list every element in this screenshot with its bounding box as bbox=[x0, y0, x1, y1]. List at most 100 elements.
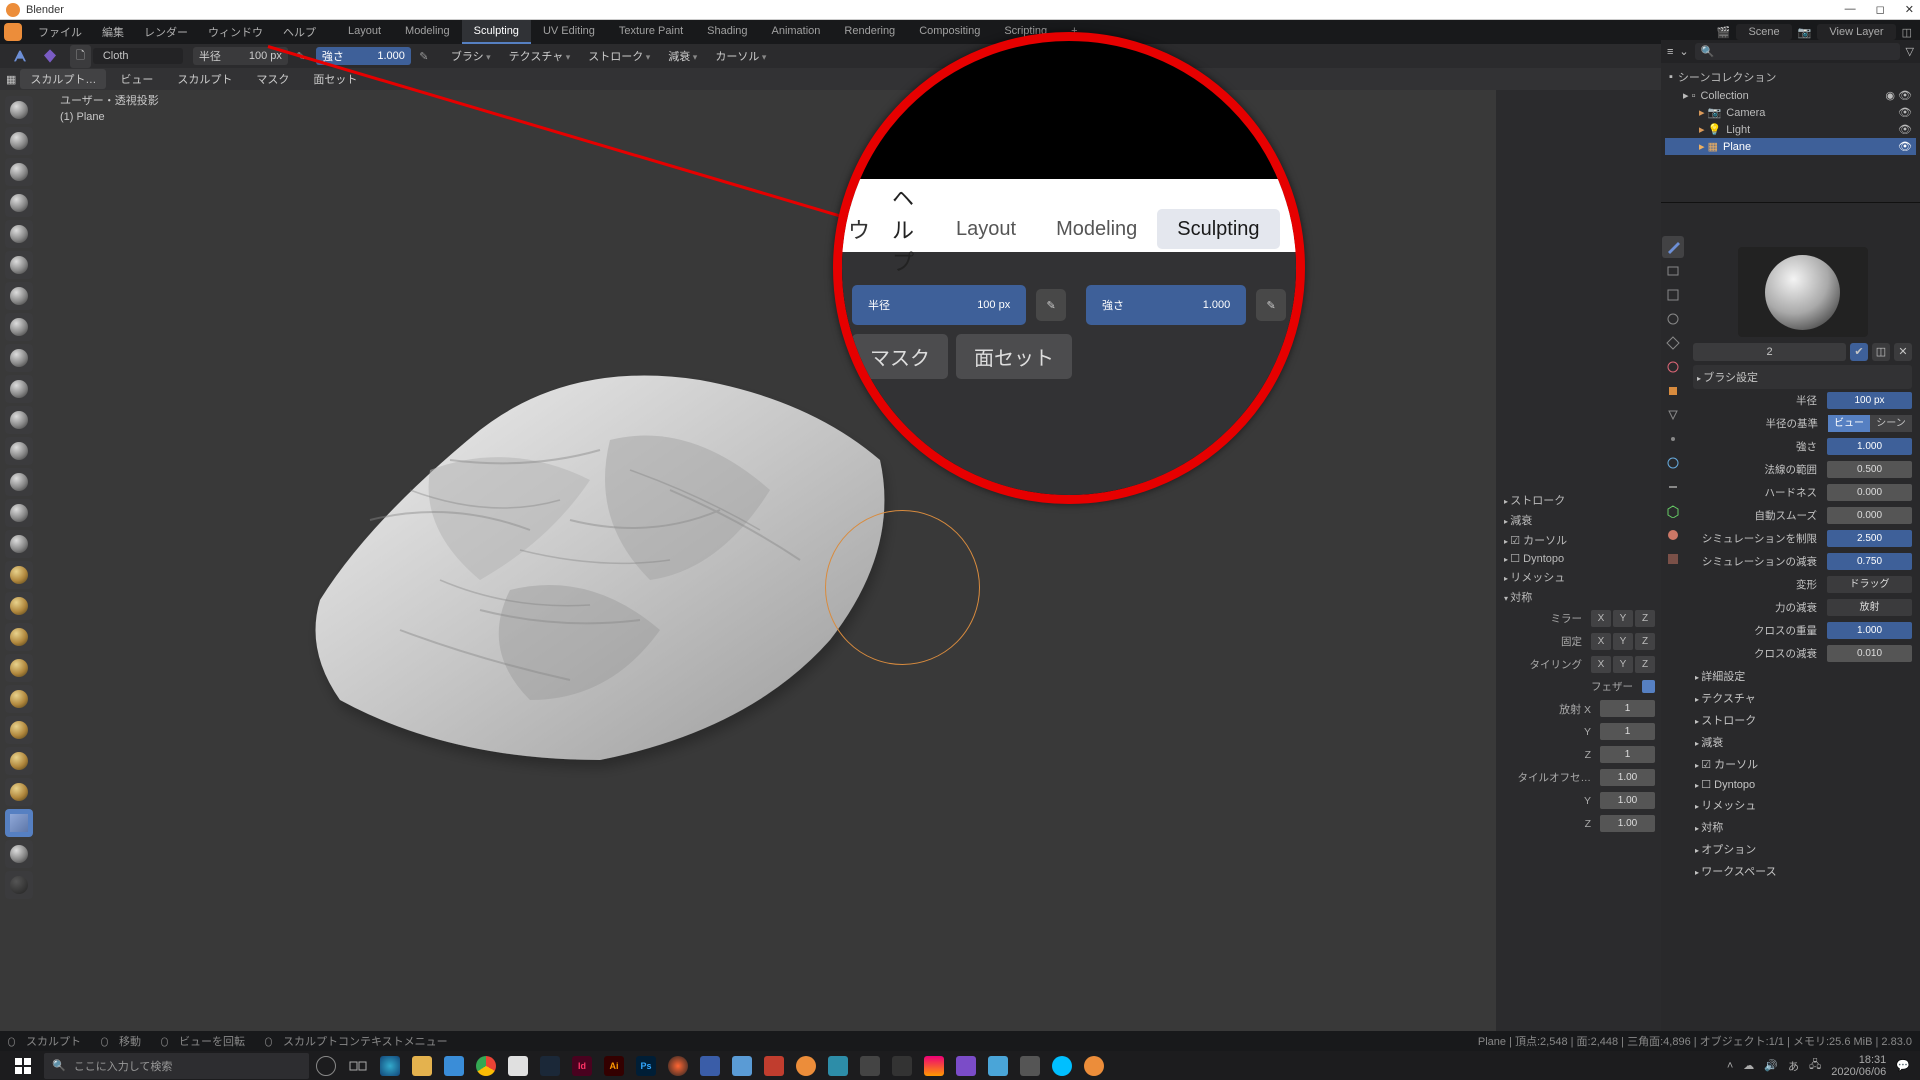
pp-advanced[interactable]: 詳細設定 bbox=[1693, 665, 1912, 687]
tb-app1[interactable] bbox=[503, 1053, 533, 1079]
tray-notif-icon[interactable]: 💬 bbox=[1896, 1059, 1910, 1072]
mirror-z[interactable]: Z bbox=[1635, 610, 1655, 627]
tb-taskview[interactable] bbox=[343, 1053, 373, 1079]
stroke-dropdown[interactable]: ストローク bbox=[580, 46, 658, 66]
mirror-y[interactable]: Y bbox=[1613, 610, 1633, 627]
pp-normal-v[interactable]: 0.500 bbox=[1827, 461, 1912, 478]
brush-name-field[interactable]: Cloth bbox=[93, 48, 183, 64]
ptab-render[interactable] bbox=[1662, 260, 1684, 282]
feather-checkbox[interactable] bbox=[1642, 680, 1655, 693]
tool-smooth[interactable] bbox=[5, 375, 33, 403]
tool-claythumb[interactable] bbox=[5, 220, 33, 248]
scene-field[interactable]: Scene bbox=[1736, 24, 1791, 40]
tool-simplify[interactable] bbox=[5, 840, 33, 868]
cursor-dropdown[interactable]: カーソル bbox=[707, 46, 774, 66]
pp-simlimit-v[interactable]: 2.500 bbox=[1827, 530, 1912, 547]
pp-symmetry[interactable]: 対称 bbox=[1693, 816, 1912, 838]
ol-collection[interactable]: ▸ ▫Collection◉ 👁 bbox=[1665, 87, 1916, 104]
ptab-material[interactable] bbox=[1662, 524, 1684, 546]
minimize-button[interactable]: — bbox=[1845, 3, 1856, 16]
tool-grab[interactable] bbox=[5, 561, 33, 589]
pp-simfalloff-v[interactable]: 0.750 bbox=[1827, 553, 1912, 570]
tileoff-x[interactable]: 1.00 bbox=[1600, 769, 1655, 786]
mirror-x[interactable]: X bbox=[1591, 610, 1611, 627]
brush-preview[interactable] bbox=[1738, 247, 1868, 337]
pp-remesh[interactable]: リメッシュ bbox=[1693, 794, 1912, 816]
tb-app8[interactable] bbox=[983, 1053, 1013, 1079]
tool-draw[interactable] bbox=[5, 96, 33, 124]
tileoff-y-val[interactable]: 1.00 bbox=[1600, 792, 1655, 809]
tb-photoshop[interactable]: Ps bbox=[631, 1053, 661, 1079]
close-button[interactable]: ✕ bbox=[1905, 3, 1914, 16]
pp-brushsettings[interactable]: ブラシ設定 bbox=[1693, 365, 1912, 389]
brush-icon[interactable] bbox=[36, 46, 64, 66]
tb-app7[interactable] bbox=[951, 1053, 981, 1079]
ol-light[interactable]: ▸ 💡Light👁 bbox=[1665, 121, 1916, 138]
tb-app4[interactable] bbox=[823, 1053, 853, 1079]
np-dyntopo[interactable]: ☐ Dyntopo bbox=[1496, 550, 1661, 567]
tool-flatten[interactable] bbox=[5, 406, 33, 434]
ws-tab-sculpting[interactable]: Sculpting bbox=[462, 20, 531, 44]
strength-field[interactable]: 強さ 1.000 bbox=[316, 47, 411, 65]
tool-pose[interactable] bbox=[5, 685, 33, 713]
tool-scrape[interactable] bbox=[5, 468, 33, 496]
rad-unit-view[interactable]: ビュー bbox=[1828, 415, 1870, 432]
np-cursor[interactable]: ☑ カーソル bbox=[1496, 530, 1661, 550]
ws-tab-animation[interactable]: Animation bbox=[760, 20, 833, 44]
tool-snakehook[interactable] bbox=[5, 623, 33, 651]
tileoff-z-val[interactable]: 1.00 bbox=[1600, 815, 1655, 832]
brush-number[interactable]: 2 bbox=[1693, 343, 1846, 361]
pp-forcefall-v[interactable]: 放射 bbox=[1827, 599, 1912, 616]
ptab-mesh[interactable] bbox=[1662, 500, 1684, 522]
ol-scenecollection[interactable]: ▪シーンコレクション bbox=[1665, 67, 1916, 87]
pp-autosmooth-v[interactable]: 0.000 bbox=[1827, 507, 1912, 524]
pp-falloff[interactable]: 減衰 bbox=[1693, 731, 1912, 753]
sb-sculpt[interactable]: スカルプト bbox=[167, 69, 242, 89]
pp-clothmass-v[interactable]: 1.000 bbox=[1827, 622, 1912, 639]
editor-type-icon[interactable]: ▦ bbox=[6, 73, 16, 86]
np-symmetry[interactable]: 対称 bbox=[1496, 587, 1661, 607]
ws-tab-modeling[interactable]: Modeling bbox=[393, 20, 462, 44]
menu-render[interactable]: レンダー bbox=[134, 20, 198, 44]
tb-illustrator[interactable]: Ai bbox=[599, 1053, 629, 1079]
np-stroke[interactable]: ストローク bbox=[1496, 490, 1661, 510]
outliner-search[interactable]: 🔍 bbox=[1695, 43, 1900, 60]
tool-rotate[interactable] bbox=[5, 747, 33, 775]
tool-thumb[interactable] bbox=[5, 654, 33, 682]
tb-app9[interactable] bbox=[1015, 1053, 1045, 1079]
pp-strength-v[interactable]: 1.000 bbox=[1827, 438, 1912, 455]
ws-tab-shading[interactable]: Shading bbox=[695, 20, 759, 44]
tool-fill[interactable] bbox=[5, 437, 33, 465]
ol-camera[interactable]: ▸ 📷Camera👁 bbox=[1665, 104, 1916, 121]
pp-radius-v[interactable]: 100 px bbox=[1827, 392, 1912, 409]
tb-cortana[interactable] bbox=[311, 1053, 341, 1079]
3d-viewport[interactable]: ユーザー・透視投影 (1) Plane bbox=[0, 90, 1661, 1041]
lock-z[interactable]: Z bbox=[1635, 633, 1655, 650]
texture-dropdown[interactable]: テクスチャ bbox=[501, 46, 579, 66]
maximize-button[interactable]: ◻ bbox=[1876, 3, 1885, 16]
tool-slide[interactable] bbox=[5, 778, 33, 806]
tool-multiplane[interactable] bbox=[5, 499, 33, 527]
tool-cloth[interactable] bbox=[5, 809, 33, 837]
ws-tab-rendering[interactable]: Rendering bbox=[832, 20, 907, 44]
tile-y[interactable]: Y bbox=[1613, 656, 1633, 673]
tb-gsync[interactable] bbox=[1047, 1053, 1077, 1079]
menu-file[interactable]: ファイル bbox=[28, 20, 92, 44]
radial-y-val[interactable]: 1 bbox=[1600, 723, 1655, 740]
pp-texture[interactable]: テクスチャ bbox=[1693, 687, 1912, 709]
tb-davinci[interactable] bbox=[663, 1053, 693, 1079]
outliner-filter-btn[interactable]: ▽ bbox=[1906, 45, 1914, 58]
ptab-particle[interactable] bbox=[1662, 428, 1684, 450]
ptab-tool[interactable] bbox=[1662, 236, 1684, 258]
blender-logo-icon[interactable] bbox=[4, 23, 22, 41]
ol-plane[interactable]: ▸ ▦Plane👁 bbox=[1665, 138, 1916, 155]
tool-clay[interactable] bbox=[5, 158, 33, 186]
ws-tab-compositing[interactable]: Compositing bbox=[907, 20, 992, 44]
ptab-scene[interactable] bbox=[1662, 332, 1684, 354]
brush-copy[interactable]: ◫ bbox=[1872, 343, 1890, 361]
fake-user-icon[interactable]: 🗋 bbox=[70, 45, 91, 68]
tb-blender[interactable] bbox=[791, 1053, 821, 1079]
lock-y[interactable]: Y bbox=[1613, 633, 1633, 650]
tool-drawsharp[interactable] bbox=[5, 127, 33, 155]
pp-workspace[interactable]: ワークスペース bbox=[1693, 860, 1912, 882]
